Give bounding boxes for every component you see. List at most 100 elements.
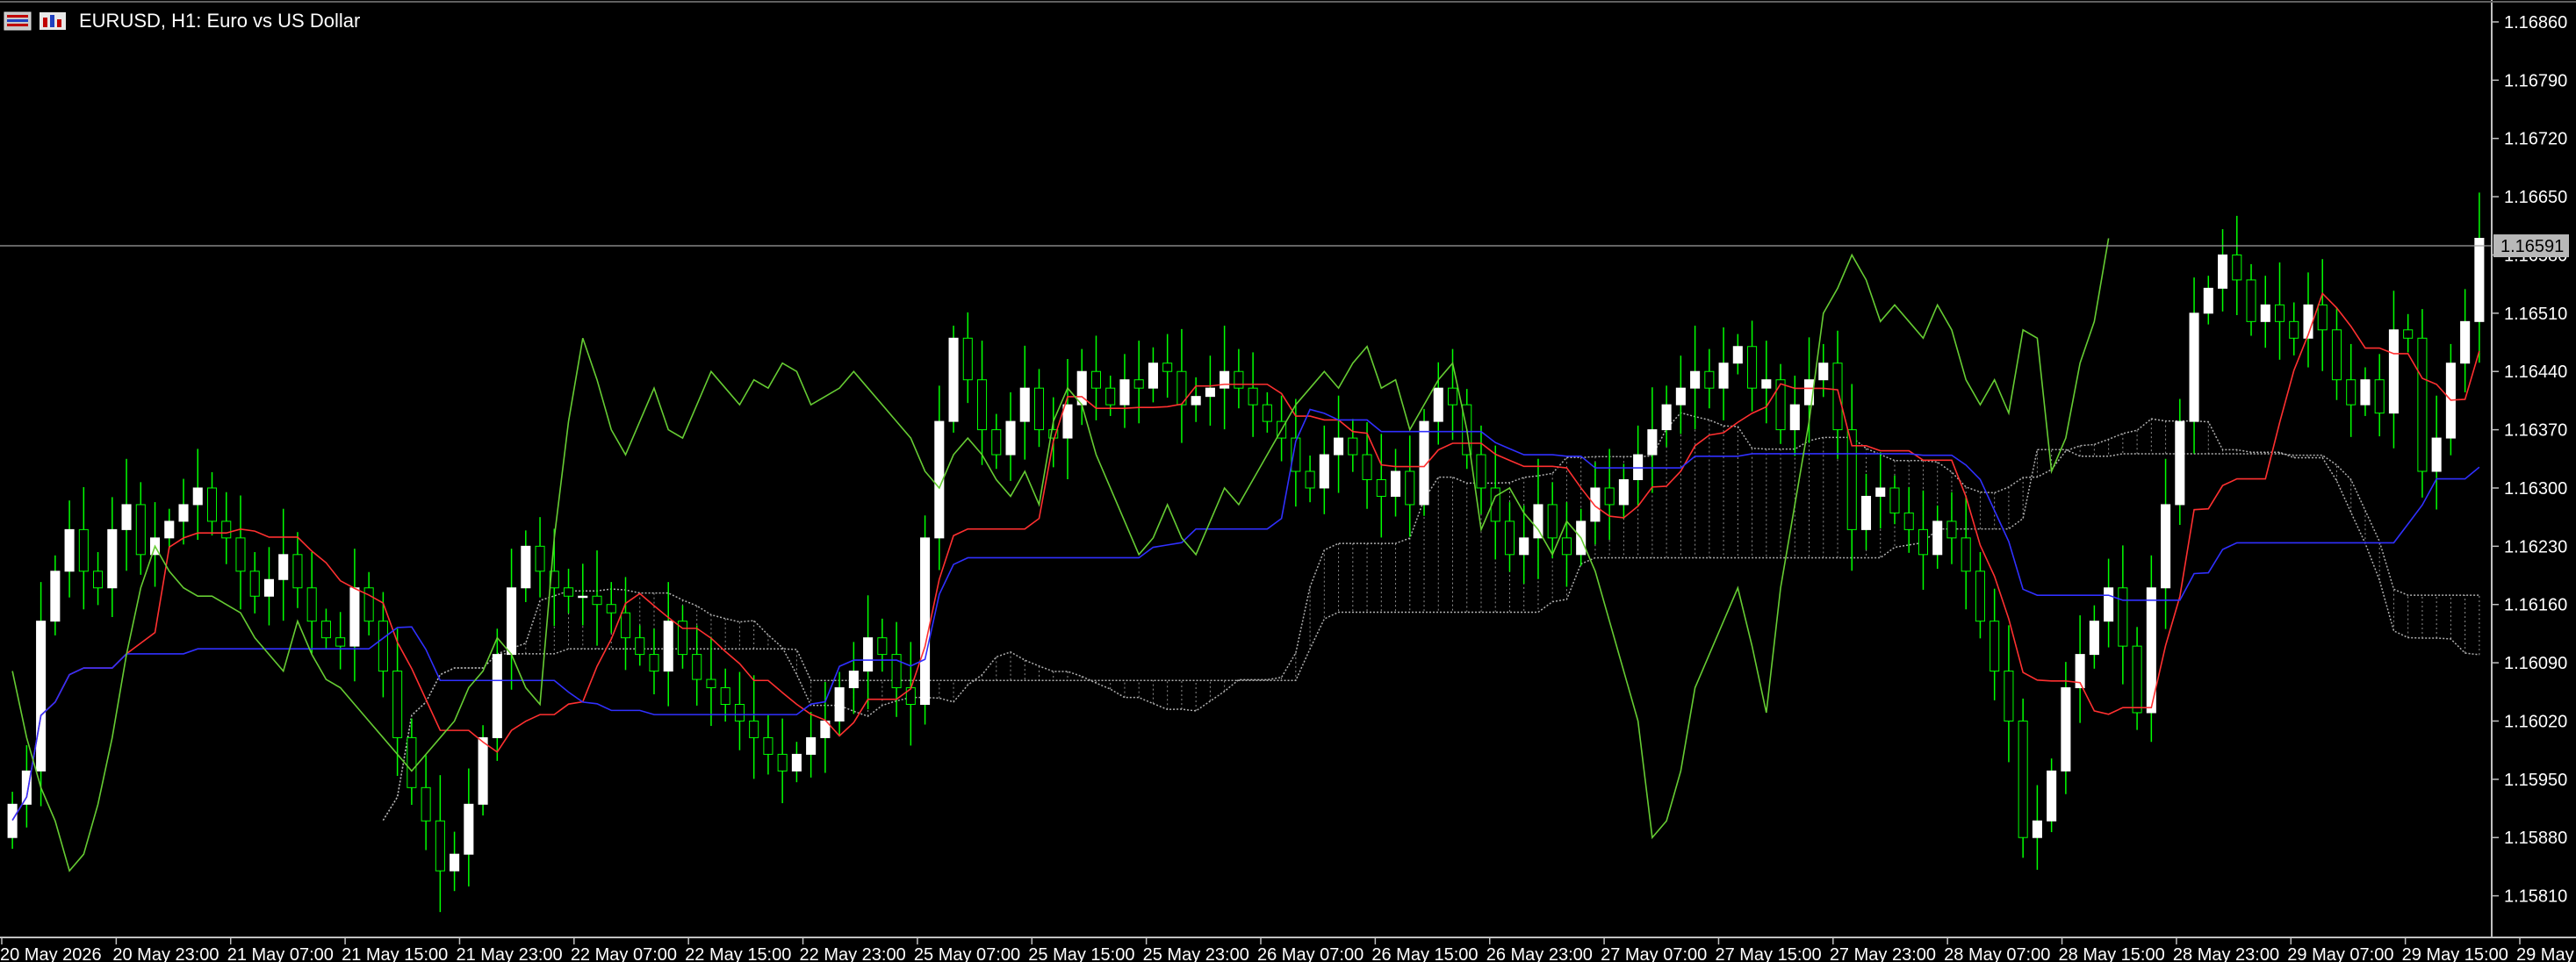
x-tick-label: 28 May 15:00 bbox=[2059, 945, 2165, 962]
bull-candle bbox=[1519, 537, 1529, 556]
y-tick-label: 1.16510 bbox=[2504, 305, 2567, 324]
bear-candle bbox=[1946, 520, 1957, 539]
bull-candle bbox=[1191, 396, 1201, 406]
bull-candle bbox=[848, 671, 859, 689]
bear-candle bbox=[1162, 363, 1173, 372]
bear-candle bbox=[2004, 671, 2014, 722]
bear-candle bbox=[1975, 571, 1985, 622]
x-tick-label: 26 May 15:00 bbox=[1371, 945, 1478, 962]
bull-candle bbox=[50, 571, 61, 622]
bull-candle bbox=[1875, 487, 1886, 497]
x-tick-label: 20 May 2026 bbox=[0, 945, 102, 962]
bear-candle bbox=[763, 736, 774, 755]
y-tick-label: 1.16230 bbox=[2504, 537, 2567, 556]
bull-candle bbox=[107, 528, 118, 589]
bull-candle bbox=[1433, 387, 1443, 422]
bear-candle bbox=[2417, 337, 2428, 472]
x-tick-label: 21 May 07:00 bbox=[227, 945, 334, 962]
bear-candle bbox=[563, 587, 574, 597]
chart-window-icon[interactable] bbox=[4, 11, 32, 32]
bull-candle bbox=[507, 587, 517, 656]
bear-candle bbox=[407, 736, 417, 788]
bear-candle bbox=[2118, 587, 2128, 647]
x-tick-label: 25 May 15:00 bbox=[1028, 945, 1134, 962]
bear-candle bbox=[392, 671, 403, 738]
bull-candle bbox=[121, 504, 132, 530]
bear-candle bbox=[1305, 470, 1315, 489]
current-price-marker: 1.16591 bbox=[2493, 234, 2569, 258]
bull-candle bbox=[578, 595, 588, 599]
bull-candle bbox=[1633, 454, 1644, 480]
bull-candle bbox=[1319, 454, 1329, 489]
bull-candle bbox=[1818, 363, 1829, 381]
bull-candle bbox=[1761, 379, 1772, 389]
bear-candle bbox=[1105, 387, 1116, 406]
x-tick-label: 21 May 23:00 bbox=[456, 945, 562, 962]
bull-candle bbox=[1661, 404, 1672, 431]
bear-candle bbox=[135, 504, 146, 556]
bull-candle bbox=[1590, 487, 1601, 522]
bear-candle bbox=[335, 637, 346, 647]
bear-candle bbox=[1090, 370, 1102, 389]
bull-candle bbox=[1005, 420, 1016, 456]
bull-candle bbox=[1119, 379, 1130, 406]
price-chart[interactable]: 1.168601.167901.167201.166501.165801.165… bbox=[0, 0, 2576, 962]
y-tick-label: 1.15810 bbox=[2504, 887, 2567, 907]
bull-candle bbox=[2089, 621, 2099, 656]
bull-candle bbox=[2460, 320, 2471, 364]
bear-candle bbox=[1747, 346, 1758, 389]
bull-candle bbox=[164, 520, 175, 539]
x-tick-label: 22 May 07:00 bbox=[571, 945, 677, 962]
bear-candle bbox=[1704, 370, 1715, 389]
bear-candle bbox=[1889, 487, 1900, 513]
x-tick-label: 21 May 15:00 bbox=[342, 945, 448, 962]
bull-candle bbox=[7, 803, 18, 838]
bear-candle bbox=[1775, 379, 1786, 431]
bear-candle bbox=[1362, 454, 1372, 480]
bear-candle bbox=[1248, 387, 1258, 406]
bull-candle bbox=[2175, 420, 2185, 506]
bull-candle bbox=[663, 621, 673, 672]
bull-candle bbox=[2032, 820, 2042, 838]
x-tick-label: 22 May 23:00 bbox=[800, 945, 906, 962]
bull-candle bbox=[278, 554, 289, 580]
candlesticks bbox=[7, 192, 2485, 913]
y-tick-label: 1.16720 bbox=[2504, 130, 2567, 149]
bull-candle bbox=[2360, 379, 2371, 406]
chart-type-icon[interactable] bbox=[39, 11, 67, 32]
bear-candle bbox=[2346, 379, 2357, 406]
bear-candle bbox=[2317, 304, 2328, 331]
bull-candle bbox=[1618, 478, 1629, 506]
x-tick-label: 27 May 23:00 bbox=[1830, 945, 1936, 962]
y-tick-label: 1.16300 bbox=[2504, 479, 2567, 499]
bear-candle bbox=[2403, 329, 2414, 339]
bull-candle bbox=[1789, 404, 1800, 431]
bear-candle bbox=[1262, 404, 1272, 422]
bull-candle bbox=[920, 537, 931, 705]
x-tick-label: 29 May 23:00 bbox=[2516, 945, 2576, 962]
bear-candle bbox=[2232, 254, 2242, 281]
y-tick-label: 1.16440 bbox=[2504, 363, 2567, 382]
bear-candle bbox=[877, 637, 888, 656]
bear-candle bbox=[734, 704, 745, 722]
bear-candle bbox=[976, 379, 988, 431]
y-tick-label: 1.16860 bbox=[2504, 13, 2567, 32]
bear-candle bbox=[606, 604, 616, 614]
bear-candle bbox=[2132, 645, 2142, 714]
x-tick-label: 27 May 07:00 bbox=[1601, 945, 1707, 962]
x-tick-label: 20 May 23:00 bbox=[112, 945, 219, 962]
bear-candle bbox=[620, 612, 631, 639]
bull-candle bbox=[1533, 504, 1543, 539]
bull-candle bbox=[2388, 329, 2399, 414]
bear-candle bbox=[749, 720, 759, 738]
bear-candle bbox=[535, 545, 545, 572]
chart-header: EURUSD, H1: Euro vs US Dollar bbox=[4, 9, 360, 33]
bear-candle bbox=[1903, 512, 1914, 530]
bull-candle bbox=[464, 803, 474, 855]
bear-candle bbox=[2374, 379, 2385, 414]
bear-candle bbox=[1447, 387, 1458, 406]
bull-candle bbox=[2203, 287, 2213, 314]
y-tick-label: 1.16370 bbox=[2504, 421, 2567, 441]
bear-candle bbox=[2289, 320, 2299, 339]
bear-candle bbox=[1961, 537, 1971, 572]
